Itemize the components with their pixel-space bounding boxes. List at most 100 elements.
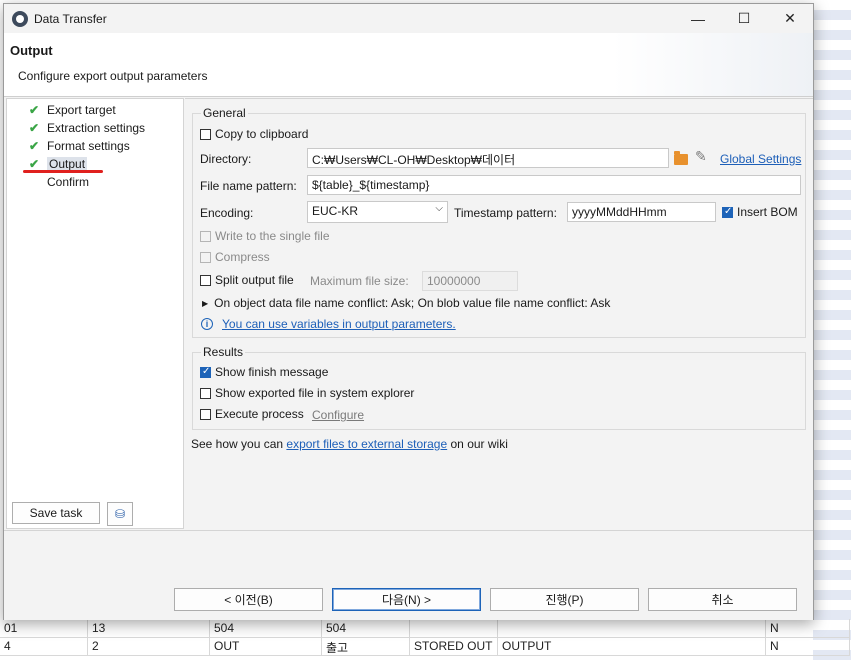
compress-checkbox[interactable]: Compress xyxy=(200,250,270,264)
close-button[interactable]: ✕ xyxy=(767,4,813,33)
task-icon: ⛁ xyxy=(114,507,126,521)
background-cell: STORED OUT xyxy=(410,637,498,655)
proceed-button[interactable]: 진행(P) xyxy=(490,588,639,611)
check-icon: ✔ xyxy=(28,102,40,117)
back-button[interactable]: < 이전(B) xyxy=(174,588,323,611)
wiki-suffix: on our wiki xyxy=(447,437,508,451)
step-confirm[interactable]: Confirm xyxy=(27,173,89,190)
step-extraction-settings[interactable]: ✔ Extraction settings xyxy=(27,119,145,136)
checkbox-box xyxy=(200,251,211,263)
file-name-pattern-input[interactable]: ${table}_${timestamp} xyxy=(307,175,801,195)
background-row: 01 13 504 504 N xyxy=(0,619,850,638)
results-group-title: Results xyxy=(201,345,246,359)
checkbox-box xyxy=(722,206,733,218)
execute-process-checkbox[interactable]: Execute process xyxy=(200,407,304,421)
background-cell: 13 xyxy=(88,619,210,637)
maximum-file-size-input[interactable]: 10000000 xyxy=(422,271,518,291)
background-cell: N xyxy=(766,637,850,655)
step-label: Format settings xyxy=(47,138,130,153)
encoding-value: EUC-KR xyxy=(312,204,359,218)
window-title: Data Transfer xyxy=(34,11,107,26)
checkbox-label: Compress xyxy=(215,250,270,264)
checkbox-box xyxy=(200,387,211,399)
header-decoration xyxy=(613,33,813,96)
checkbox-label: Execute process xyxy=(215,407,304,421)
directory-label: Directory: xyxy=(200,152,252,166)
copy-to-clipboard-checkbox[interactable]: Copy to clipboard xyxy=(200,127,308,141)
results-group: Results Show finish message Show exporte… xyxy=(192,345,806,430)
page-title: Output xyxy=(10,43,53,58)
title-bar[interactable]: Data Transfer — ☐ ✕ xyxy=(4,4,813,33)
maximize-icon: ☐ xyxy=(737,10,751,26)
background-spreadsheet-stripes xyxy=(813,0,851,661)
checkbox-label: Copy to clipboard xyxy=(215,127,309,141)
configure-link[interactable]: Configure xyxy=(312,408,364,422)
background-cell: 2 xyxy=(88,637,210,655)
checkbox-box xyxy=(200,274,211,286)
checkbox-label: Show exported file in system explorer xyxy=(215,386,415,400)
background-cell: 4 xyxy=(0,637,88,655)
background-cell xyxy=(498,619,766,637)
variables-help-link[interactable]: You can use variables in output paramete… xyxy=(222,317,456,331)
global-settings-link[interactable]: Global Settings xyxy=(720,152,801,166)
checkbox-box xyxy=(200,366,211,378)
split-output-file-checkbox[interactable]: Split output file xyxy=(200,273,294,287)
background-row: 4 2 OUT 출고 STORED OUT OUTPUT N xyxy=(0,637,850,656)
close-icon: ✕ xyxy=(784,10,796,26)
background-cell xyxy=(410,619,498,637)
background-cell: OUTPUT xyxy=(498,637,766,655)
page-subtitle: Configure export output parameters xyxy=(18,69,208,83)
conflict-settings-expander[interactable]: ▶ On object data file name conflict: Ask… xyxy=(202,296,610,310)
expand-arrow-icon: ▶ xyxy=(202,298,209,308)
timestamp-pattern-input[interactable]: yyyyMMddHHmm xyxy=(567,202,716,222)
file-name-pattern-label: File name pattern: xyxy=(200,179,297,193)
next-button[interactable]: 다음(N) > xyxy=(332,588,481,611)
check-icon: ✔ xyxy=(28,138,40,153)
timestamp-pattern-label: Timestamp pattern: xyxy=(454,206,557,220)
dbeaver-app-icon xyxy=(12,10,28,27)
background-cell: N xyxy=(766,619,850,637)
encoding-select[interactable]: EUC-KR ⌵ xyxy=(307,201,448,223)
step-label: Output xyxy=(47,156,88,171)
task-manager-button[interactable]: ⛁ xyxy=(107,502,133,526)
checkbox-label: Write to the single file xyxy=(215,229,330,243)
minimize-icon: — xyxy=(691,10,705,27)
encoding-label: Encoding: xyxy=(200,206,254,220)
checkbox-label: Split output file xyxy=(215,273,294,287)
data-transfer-dialog: Data Transfer — ☐ ✕ Output Configure exp… xyxy=(3,3,814,620)
cancel-button[interactable]: 취소 xyxy=(648,588,797,611)
directory-input[interactable]: C:₩Users₩CL-OH₩Desktop₩데이터 xyxy=(307,148,669,168)
checkbox-label: Show finish message xyxy=(215,365,329,379)
insert-bom-checkbox[interactable]: Insert BOM xyxy=(722,205,798,219)
step-export-target[interactable]: ✔ Export target xyxy=(27,101,116,118)
dialog-footer: < 이전(B) 다음(N) > 진행(P) 취소 xyxy=(4,530,813,620)
wiki-prefix: See how you can xyxy=(191,437,287,451)
save-task-button[interactable]: Save task xyxy=(12,502,100,524)
maximize-button[interactable]: ☐ xyxy=(721,4,767,33)
info-icon: i xyxy=(201,318,213,330)
conflict-settings-summary: On object data file name conflict: Ask; … xyxy=(214,296,611,310)
show-in-explorer-checkbox[interactable]: Show exported file in system explorer xyxy=(200,386,414,400)
background-cell: 01 xyxy=(0,619,88,637)
general-group-title: General xyxy=(201,106,248,120)
pencil-icon[interactable]: ✎ xyxy=(695,148,707,165)
background-cell: 출고 xyxy=(322,637,410,655)
output-settings-panel: General Copy to clipboard Directory: C:₩… xyxy=(185,98,813,529)
wizard-steps-panel: ✔ Export target ✔ Extraction settings ✔ … xyxy=(6,98,184,529)
checkbox-box xyxy=(200,128,211,140)
step-format-settings[interactable]: ✔ Format settings xyxy=(27,137,130,154)
page-header: Output Configure export output parameter… xyxy=(4,33,813,97)
export-external-storage-link[interactable]: export files to external storage xyxy=(286,437,447,451)
show-finish-message-checkbox[interactable]: Show finish message xyxy=(200,365,328,379)
checkbox-label: Insert BOM xyxy=(737,205,798,219)
checkbox-box xyxy=(200,408,211,420)
minimize-button[interactable]: — xyxy=(675,4,721,33)
checkbox-box xyxy=(200,230,211,242)
write-single-file-checkbox[interactable]: Write to the single file xyxy=(200,229,330,243)
window-controls: — ☐ ✕ xyxy=(675,4,813,33)
background-cell: 504 xyxy=(210,619,322,637)
step-label: Export target xyxy=(47,102,116,117)
check-icon: ✔ xyxy=(28,120,40,135)
folder-icon[interactable] xyxy=(674,151,688,165)
wiki-note: See how you can export files to external… xyxy=(191,437,508,451)
